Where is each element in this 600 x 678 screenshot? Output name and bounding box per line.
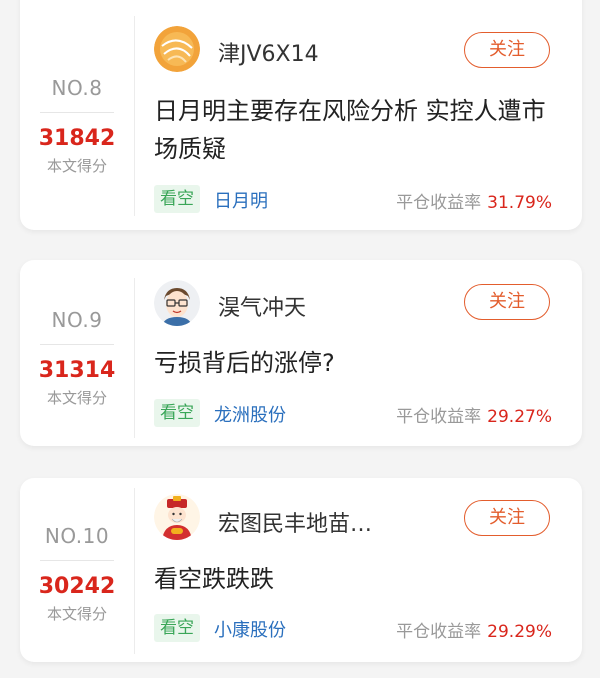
stock-link[interactable]: 小康股份 bbox=[214, 616, 286, 642]
close-return: 平仓收益率 31.79% bbox=[396, 188, 552, 213]
rank-block: NO.8 31842 本文得分 bbox=[20, 76, 134, 176]
return-label: 平仓收益率 bbox=[396, 193, 482, 213]
return-label: 平仓收益率 bbox=[396, 622, 482, 642]
rank-divider bbox=[40, 112, 114, 113]
post-card[interactable]: NO.8 31842 本文得分 津JV6X14 关注 日月明主要存在风险分析 实… bbox=[20, 0, 582, 230]
post-title[interactable]: 看空跌跌跌 bbox=[154, 560, 564, 598]
avatar[interactable] bbox=[154, 26, 200, 72]
rank-block: NO.9 31314 本文得分 bbox=[20, 308, 134, 408]
follow-button[interactable]: 关注 bbox=[464, 284, 550, 320]
username[interactable]: 宏图民丰地苗… bbox=[218, 506, 372, 538]
return-value: 29.29% bbox=[487, 622, 552, 642]
rank-number: NO.9 bbox=[51, 308, 103, 332]
short-badge: 看空 bbox=[154, 614, 200, 642]
post-title[interactable]: 亏损背后的涨停? bbox=[154, 344, 564, 382]
score-label: 本文得分 bbox=[46, 389, 107, 407]
close-return: 平仓收益率 29.27% bbox=[396, 402, 552, 427]
username[interactable]: 淏气冲天 bbox=[218, 290, 306, 322]
rank-number: NO.8 bbox=[51, 76, 103, 100]
follow-button[interactable]: 关注 bbox=[464, 32, 550, 68]
rank-divider bbox=[40, 560, 114, 561]
vertical-divider bbox=[134, 16, 135, 216]
article-score: 31314 bbox=[38, 358, 116, 383]
vertical-divider bbox=[134, 488, 135, 654]
return-value: 29.27% bbox=[487, 407, 552, 427]
short-badge: 看空 bbox=[154, 185, 200, 213]
rank-block: NO.10 30242 本文得分 bbox=[20, 524, 134, 624]
rank-divider bbox=[40, 344, 114, 345]
stock-link[interactable]: 龙洲股份 bbox=[214, 401, 286, 427]
post-title[interactable]: 日月明主要存在风险分析 实控人遭市场质疑 bbox=[154, 92, 564, 168]
vertical-divider bbox=[134, 278, 135, 438]
close-return: 平仓收益率 29.29% bbox=[396, 617, 552, 642]
username[interactable]: 津JV6X14 bbox=[218, 36, 319, 68]
cartoon-man-avatar-icon bbox=[154, 280, 200, 326]
short-badge: 看空 bbox=[154, 399, 200, 427]
avatar[interactable] bbox=[154, 280, 200, 326]
score-label: 本文得分 bbox=[46, 157, 107, 175]
return-label: 平仓收益率 bbox=[396, 407, 482, 427]
article-score: 30242 bbox=[38, 574, 116, 599]
avatar[interactable] bbox=[154, 494, 200, 540]
post-card[interactable]: NO.9 31314 本文得分 淏气冲天 关注 亏损背后的涨停? 看空 龙洲股份… bbox=[20, 260, 582, 446]
stock-link[interactable]: 日月明 bbox=[214, 187, 268, 213]
orange-avatar-icon bbox=[154, 26, 200, 72]
fortune-god-avatar-icon bbox=[154, 494, 200, 540]
score-label: 本文得分 bbox=[46, 605, 107, 623]
article-score: 31842 bbox=[38, 126, 116, 151]
return-value: 31.79% bbox=[487, 193, 552, 213]
post-card[interactable]: NO.10 30242 本文得分 宏图民丰地苗… 关注 看空跌跌跌 看空 小康股… bbox=[20, 478, 582, 662]
rank-number: NO.10 bbox=[44, 524, 110, 548]
follow-button[interactable]: 关注 bbox=[464, 500, 550, 536]
